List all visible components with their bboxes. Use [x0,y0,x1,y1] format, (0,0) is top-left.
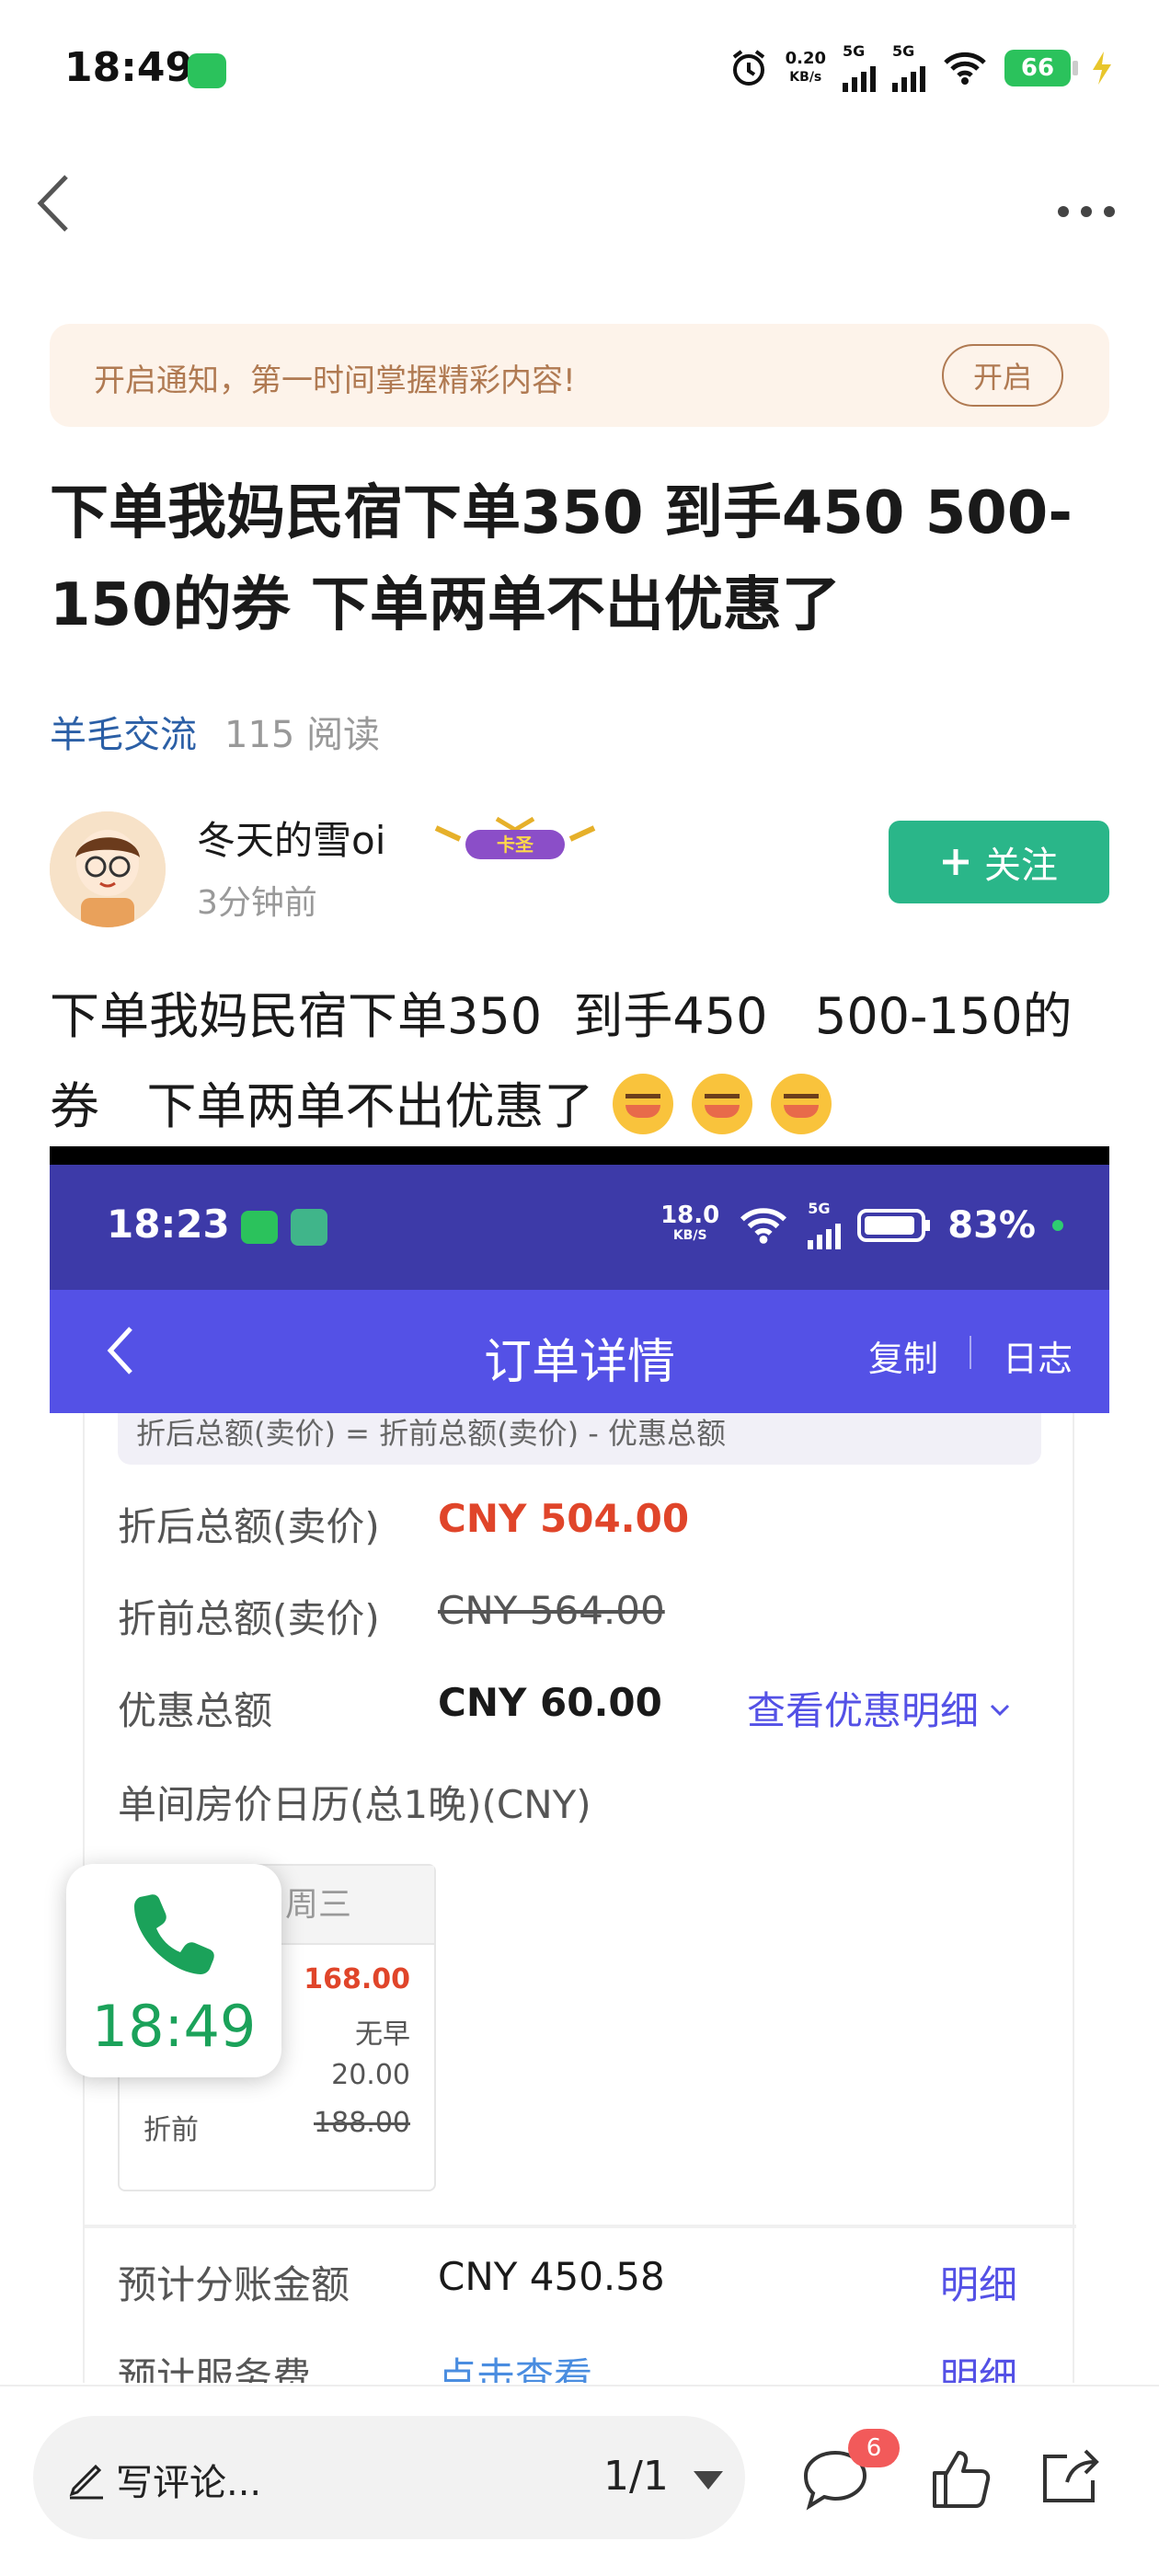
status-dot [1052,1220,1063,1231]
discount-total-label: 优惠总额 [118,1688,273,1733]
plus-icon [943,849,969,875]
angry-face-emoji-icon [691,1074,752,1134]
after-total-value: CNY 504.00 [438,1496,690,1541]
before-total-label: 折前总额(卖价) [118,1596,380,1641]
calendar-price: 168.00 [304,1963,410,1995]
more-dots-icon [1058,206,1115,217]
charging-icon [1093,52,1111,85]
read-count: 115 阅读 [224,714,381,756]
after-total-label: 折后总额(卖价) [118,1504,380,1549]
notification-banner: 开启通知，第一时间掌握精彩内容! 开启 [50,324,1109,427]
call-duration: 18:49 [91,1993,257,2060]
badge-label: 卡圣 [497,834,534,856]
category-link[interactable]: 羊毛交流 [50,714,197,756]
image-status-icons: 18.0 KB/S 5G 83% [660,1202,1063,1249]
signal-5g-1: 5G [843,44,876,92]
bottom-bar: 写评论... 1/1 6 [0,2385,1159,2576]
wechat-icon [188,53,226,88]
service-fee-detail-link: 明细 [940,2354,1018,2383]
author-badge: 卡圣 [432,810,598,867]
signal-bars-icon [808,1216,842,1249]
body-line-1: 下单我妈民宿下单350 到手450 500-150的 [50,987,1073,1045]
image-battery-percent: 83% [947,1204,1036,1247]
follow-button[interactable]: 关注 [889,821,1109,903]
discount-detail-link: 查看优惠明细 [747,1680,1014,1736]
post-meta: 羊毛交流 115 阅读 [50,705,380,758]
battery-indicator: 66 [1004,50,1078,86]
avatar[interactable] [50,811,166,927]
section-divider [85,2225,1076,2228]
app-icon [291,1209,327,1246]
wifi-icon [740,1208,787,1244]
service-fee-value: 点击查看 [438,2354,593,2383]
image-log-link: 日志 [1002,1339,1073,1379]
page-indicator[interactable]: 1/1 [603,2453,669,2500]
post-time: 3分钟前 [197,884,317,922]
crown-badge-icon: 卡圣 [434,816,596,859]
pencil-icon [69,2464,103,2500]
image-status-bar: 18:23 18.0 KB/S 5G 83% [50,1165,1109,1290]
status-time: 18:49 [64,44,194,91]
enable-notification-button[interactable]: 开启 [942,344,1063,407]
notification-text: 开启通知，第一时间掌握精彩内容! [94,362,576,399]
image-status-time: 18:23 [107,1202,230,1247]
body-line-2: 券 下单两单不出优惠了 [50,1062,1117,1152]
image-copy-link: 复制 [867,1339,938,1379]
signal-bars-icon [843,59,876,92]
calendar-before-label: 折前 [143,2114,199,2146]
battery-icon [857,1209,931,1242]
more-options-button[interactable] [1056,180,1117,232]
signal-bars-icon [892,59,925,92]
comment-placeholder: 写评论... [64,2453,261,2506]
angry-face-emoji-icon [612,1074,673,1134]
formula-note: 折后总额(卖价) = 折前总额(卖价) - 优惠总额 [118,1413,1041,1465]
calendar-breakfast: 无早 [355,2018,410,2051]
calendar-before-price: 188.00 [314,2107,410,2139]
angry-face-emoji-icon [770,1074,832,1134]
share-icon[interactable] [1034,2440,1107,2513]
service-fee-label: 预计服务费 [118,2354,312,2383]
status-bar: 18:49 0.20 KB/s 5G 5G 66 [0,0,1159,138]
ongoing-call-bubble[interactable]: 18:49 [66,1864,281,2077]
post-image[interactable]: 18:23 18.0 KB/S 5G 83% 订单详情 复制 日志 折后总额(卖价… [50,1146,1109,2383]
alarm-icon [732,50,764,86]
split-detail-link: 明细 [940,2262,1018,2307]
image-network-speed: 18.0 KB/S [660,1202,720,1243]
caret-down-icon[interactable] [694,2471,723,2490]
split-amount-value: CNY 450.58 [438,2254,665,2299]
network-speed: 0.20 KB/s [785,49,826,86]
split-amount-label: 预计分账金额 [118,2262,350,2307]
page: 18:49 0.20 KB/s 5G 5G 66 开启通知，第一时间掌握精彩内容!… [0,0,1159,2576]
image-signal: 5G [808,1202,842,1249]
before-total-value: CNY 564.00 [438,1588,665,1633]
status-icons: 0.20 KB/s 5G 5G 66 [729,44,1115,92]
discount-total-value: CNY 60.00 [438,1680,662,1725]
chevron-left-icon [37,175,68,232]
wifi-icon [944,52,986,85]
post-body: 下单我妈民宿下单350 到手450 500-150的 券 下单两单不出优惠了 [50,972,1117,1152]
image-nav-bar: 订单详情 复制 日志 [50,1290,1109,1413]
image-top-edge [50,1146,1109,1165]
nav-divider [970,1336,971,1369]
body-line-2-text: 券 下单两单不出优惠了 [50,1077,594,1135]
wechat-icon [241,1211,278,1244]
back-button[interactable] [33,171,79,232]
comment-input[interactable]: 写评论... 1/1 [33,2416,745,2539]
comment-count-badge: 6 [848,2429,900,2467]
author-name[interactable]: 冬天的雪oi [197,810,385,866]
avatar-image [50,811,166,927]
signal-5g-2: 5G [892,44,925,92]
calendar-label: 单间房价日历(总1晚)(CNY) [118,1782,591,1827]
post-title: 下单我妈民宿下单350 到手450 500-150的券 下单两单不出优惠了 [50,479,1073,639]
phone-icon [134,1894,214,1974]
image-nav-title: 订单详情 [483,1335,675,1390]
thumbs-up-icon[interactable] [924,2442,997,2515]
follow-label: 关注 [984,845,1058,887]
chevron-down-icon [990,1704,1010,1717]
calendar-discount: 20.00 [331,2059,410,2091]
